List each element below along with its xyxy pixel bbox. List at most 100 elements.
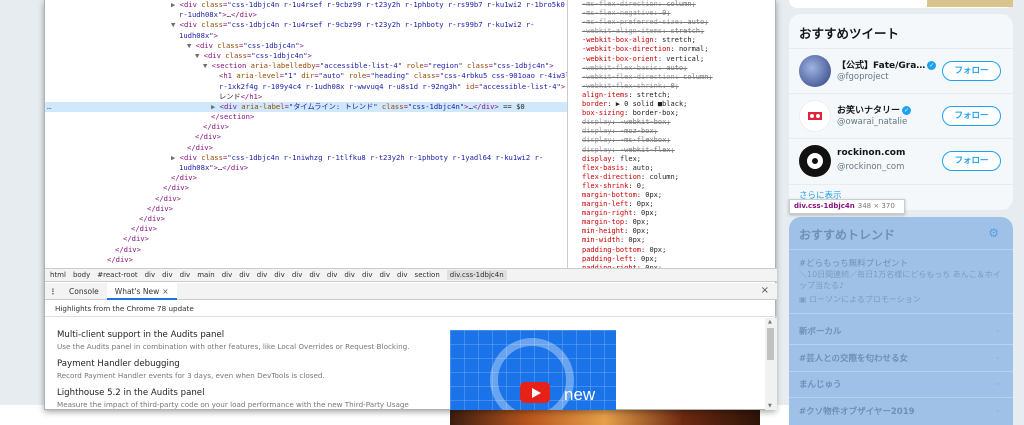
user-name[interactable]: rockinon.com xyxy=(837,148,905,158)
trend-tag[interactable]: #どらもっち無料プレゼント xyxy=(799,257,1003,269)
chevron-down-icon[interactable]: ⌄ xyxy=(994,378,1001,387)
follow-button[interactable]: フォロー xyxy=(942,151,1001,171)
avatar[interactable] xyxy=(799,100,831,132)
css-declaration[interactable]: -webkit-flex-shrink: 0; xyxy=(582,82,777,91)
chevron-down-icon[interactable]: ⌄ xyxy=(994,325,1001,334)
dom-node[interactable]: </div> xyxy=(45,224,567,234)
trend-item[interactable]: まんじゅう ⌄ xyxy=(799,378,1003,390)
css-declaration[interactable]: display: flex; xyxy=(582,155,777,164)
news-title[interactable]: Payment Handler debugging xyxy=(57,359,325,369)
chevron-down-icon[interactable]: ⌄ xyxy=(994,405,1001,414)
drawer-menu-icon[interactable]: ⋮ xyxy=(45,287,61,296)
drawer-scrollbar[interactable]: ▲ ▼ xyxy=(765,318,777,410)
dom-node[interactable]: 1udh08x">…</div> xyxy=(45,163,567,173)
css-declaration[interactable]: padding-left: 0px; xyxy=(582,255,777,264)
scroll-up-icon[interactable]: ▲ xyxy=(768,319,772,325)
drawer-close-icon[interactable]: × xyxy=(761,285,769,296)
dom-node[interactable]: r-1udh08x">…</div> xyxy=(45,10,567,20)
scroll-down-icon[interactable]: ▼ xyxy=(768,403,772,409)
chevron-down-icon[interactable]: ⌄ xyxy=(994,352,1001,361)
node-actions-icon[interactable]: … xyxy=(47,102,51,112)
css-declaration[interactable]: -ms-flex-preferred-size: auto; xyxy=(582,18,777,27)
dom-node[interactable]: </div> xyxy=(45,214,567,224)
css-declaration[interactable]: display: -webkit-box; xyxy=(582,118,777,127)
css-declaration[interactable]: margin-left: 0px; xyxy=(582,200,777,209)
breadcrumb-item[interactable]: div.css-1dbjc4n xyxy=(446,270,507,280)
trend-item[interactable]: #クソ物件オブザイヤー2019 ⌄ xyxy=(799,405,1003,417)
css-declaration[interactable]: padding-bottom: 0px; xyxy=(582,246,777,255)
dom-node[interactable]: r-1xk2f4g r-109y4c4 r-1udh08x r-wwvuq4 r… xyxy=(45,82,567,92)
trend-tag[interactable]: 新ボーカル xyxy=(799,325,1003,337)
breadcrumb-item[interactable]: div xyxy=(397,271,408,279)
css-declaration[interactable]: margin-top: 0px; xyxy=(582,218,777,227)
dom-node[interactable]: </div> xyxy=(45,132,567,142)
breadcrumb-item[interactable]: div xyxy=(239,271,250,279)
trend-item[interactable]: #どらもっち無料プレゼント ＼10日間連続／毎日1万名様にどらもっち あんこ＆ホ… xyxy=(799,257,1003,305)
css-declaration[interactable]: flex-shrink: 0; xyxy=(582,182,777,191)
breadcrumb-item[interactable]: div xyxy=(292,271,303,279)
css-declaration[interactable]: -webkit-box-orient: vertical; xyxy=(582,55,777,64)
news-item[interactable]: Payment Handler debugging Record Payment… xyxy=(57,359,325,380)
tab-close-icon[interactable]: × xyxy=(162,287,168,296)
dom-node[interactable]: ▼ <div class="css-1dbjc4n r-1u4rsef r-9c… xyxy=(45,20,567,30)
avatar[interactable] xyxy=(799,145,831,177)
dom-node-selected[interactable]: ▶ <div aria-label="タイムライン: トレンド" class="… xyxy=(45,101,567,113)
news-title[interactable]: Multi-client support in the Audits panel xyxy=(57,330,410,340)
breadcrumb-item[interactable]: div xyxy=(257,271,268,279)
styles-pane[interactable]: -ms-flex-direction: column; -ms-flex-nega… xyxy=(567,0,777,268)
breadcrumb-item[interactable]: div xyxy=(327,271,338,279)
whats-new-video-thumbnail[interactable]: new xyxy=(450,330,616,410)
breadcrumb-item[interactable]: div xyxy=(344,271,355,279)
dom-node[interactable]: </div> xyxy=(45,122,567,132)
avatar[interactable] xyxy=(799,55,831,87)
css-declaration[interactable]: -ms-flex-direction: column; xyxy=(582,0,777,9)
breadcrumb-item[interactable]: section xyxy=(415,271,440,279)
breadcrumb-item[interactable]: div xyxy=(362,271,373,279)
css-declaration[interactable]: flex-basis: auto; xyxy=(582,164,777,173)
css-declaration[interactable]: align-items: stretch; xyxy=(582,91,777,100)
css-declaration[interactable]: -webkit-box-align: stretch; xyxy=(582,36,777,45)
user-row[interactable]: 【公式】Fate/Gra… ✓ @fgoproject フォロー xyxy=(789,49,1013,93)
css-declaration[interactable]: display: -ms-flexbox; xyxy=(582,136,777,145)
follow-button[interactable]: フォロー xyxy=(942,61,1001,81)
dom-node[interactable]: </div> xyxy=(45,245,567,255)
breadcrumb-item[interactable]: div xyxy=(379,271,390,279)
css-declaration[interactable]: -webkit-align-items: stretch; xyxy=(582,27,777,36)
breadcrumb-item[interactable]: div xyxy=(180,271,191,279)
css-declaration[interactable]: -webkit-box-direction: normal; xyxy=(582,45,777,54)
breadcrumb-item[interactable]: div xyxy=(274,271,285,279)
settings-gear-icon[interactable]: ⚙ xyxy=(988,226,999,240)
dom-node[interactable]: ▼ <section aria-labelledby="accessible-l… xyxy=(45,61,567,71)
css-declaration[interactable]: min-width: 0px; xyxy=(582,236,777,245)
follow-button[interactable]: フォロー xyxy=(942,106,1001,126)
breadcrumb-item[interactable]: #react-root xyxy=(97,271,137,279)
css-declaration[interactable]: margin-right: 0px; xyxy=(582,209,777,218)
css-declaration[interactable]: flex-direction: column; xyxy=(582,173,777,182)
breadcrumb-item[interactable]: html xyxy=(50,271,66,279)
trend-item[interactable]: 新ボーカル ⌄ xyxy=(799,325,1003,337)
breadcrumb-item[interactable]: main xyxy=(197,271,215,279)
css-declaration[interactable]: -webkit-flex-direction: column; xyxy=(582,73,777,82)
breadcrumb-item[interactable]: div xyxy=(222,271,233,279)
dom-node[interactable]: </div> xyxy=(45,255,567,265)
css-declaration[interactable]: display: -moz-box; xyxy=(582,127,777,136)
dom-node[interactable]: </div> xyxy=(45,234,567,244)
dom-node[interactable]: <h1 aria-level="1" dir="auto" role="head… xyxy=(45,71,567,81)
css-declaration[interactable]: margin-bottom: 0px; xyxy=(582,191,777,200)
user-row[interactable]: お笑いナタリー ✓ @owarai_natalie フォロー xyxy=(789,94,1013,138)
scrollbar-thumb[interactable] xyxy=(767,328,774,360)
user-name[interactable]: 【公式】Fate/Gra… ✓ xyxy=(837,58,937,71)
tab-whats-new[interactable]: What's New × xyxy=(106,282,177,300)
dom-node[interactable]: ▶ <div class="css-1dbjc4n r-1niwhzg r-1t… xyxy=(45,153,567,163)
user-name[interactable]: お笑いナタリー ✓ xyxy=(837,103,912,116)
dom-node[interactable]: ▼ <div class="css-1dbjc4n"> xyxy=(45,41,567,51)
css-declaration[interactable]: display: -webkit-flex; xyxy=(582,146,777,155)
dom-node[interactable]: 1udh08x"> xyxy=(45,31,567,41)
dom-node[interactable]: </div> xyxy=(45,183,567,193)
breadcrumb-item[interactable]: div xyxy=(309,271,320,279)
news-item[interactable]: Multi-client support in the Audits panel… xyxy=(57,330,410,351)
user-row[interactable]: rockinon.com @rockinon_com フォロー xyxy=(789,139,1013,183)
dom-node[interactable]: ▼ <div class="css-1dbjc4n"> xyxy=(45,51,567,61)
dom-node[interactable]: </div> xyxy=(45,194,567,204)
breadcrumb-item[interactable]: div xyxy=(162,271,173,279)
